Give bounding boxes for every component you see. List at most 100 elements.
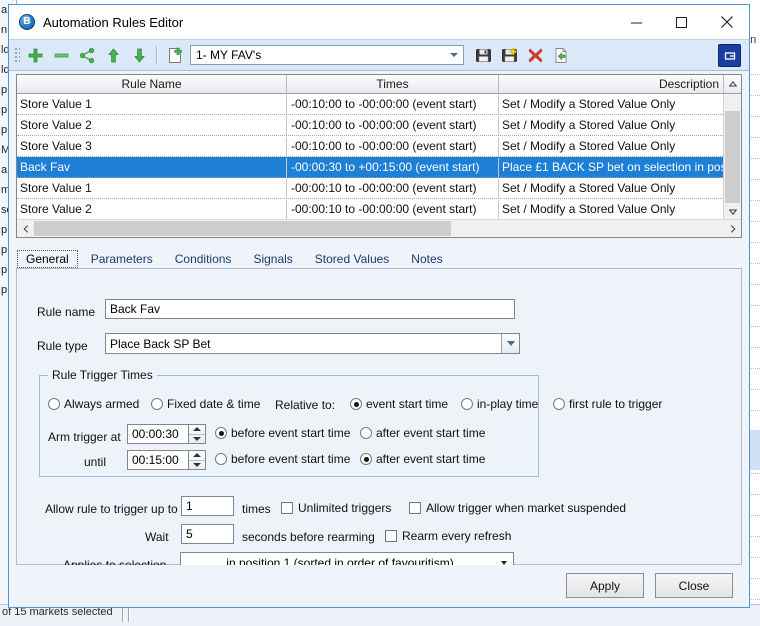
radio-arm-after-event-start[interactable]: after event start time (360, 426, 485, 440)
close-dialog-button[interactable]: Close (655, 573, 733, 598)
radio-label: first rule to trigger (569, 397, 663, 411)
cell-times: -00:00:10 to -00:00:00 (event start) (287, 199, 499, 219)
cell-rule-name: Store Value 3 (17, 136, 287, 156)
rule-type-value: Place Back SP Bet (110, 336, 211, 351)
cell-times: -00:00:10 to -00:00:00 (event start) (287, 178, 499, 198)
scroll-down-arrow[interactable] (724, 203, 741, 220)
tab-strip: General Parameters Conditions Signals St… (17, 248, 749, 268)
move-up-button[interactable] (100, 43, 126, 67)
grid-scroll-up-arrow[interactable] (724, 75, 741, 93)
column-header-description[interactable]: Description (499, 75, 724, 93)
move-down-button[interactable] (126, 43, 152, 67)
table-row[interactable]: Store Value 2 -00:10:00 to -00:00:00 (ev… (17, 115, 741, 136)
scroll-right-arrow[interactable] (724, 220, 741, 237)
radio-always-armed[interactable]: Always armed (48, 397, 139, 411)
tab-signals[interactable]: Signals (244, 250, 301, 268)
pin-button[interactable] (718, 44, 741, 67)
stepper-buttons[interactable] (189, 450, 206, 470)
cell-rule-name: Back Fav (17, 157, 287, 177)
arm-trigger-time-stepper[interactable]: 00:00:30 (127, 424, 206, 444)
cell-description: Place £1 BACK SP bet on selection in pos… (502, 159, 733, 174)
scroll-left-arrow[interactable] (17, 220, 34, 237)
chevron-down-icon[interactable] (501, 334, 519, 353)
minimize-button[interactable] (614, 5, 659, 39)
chevron-down-icon (450, 53, 458, 57)
stepper-up-icon[interactable] (189, 425, 205, 435)
table-row-selected[interactable]: Back Fav -00:00:30 to +00:15:00 (event s… (17, 157, 741, 178)
cell-times: -00:10:00 to -00:00:00 (event start) (287, 94, 499, 114)
rule-trigger-times-group: Rule Trigger Times Always armed Fixed da… (39, 368, 662, 477)
until-time-value[interactable]: 00:15:00 (127, 450, 189, 470)
vertical-scroll-thumb[interactable] (725, 111, 740, 207)
tab-parameters[interactable]: Parameters (82, 250, 162, 268)
column-header-times[interactable]: Times (287, 75, 499, 93)
checkbox-unlimited-triggers[interactable]: Unlimited triggers (281, 501, 391, 515)
stepper-up-icon[interactable] (189, 451, 205, 461)
radio-first-rule-to-trigger[interactable]: first rule to trigger (553, 397, 662, 411)
tab-stored-values[interactable]: Stored Values (306, 250, 399, 268)
radio-dot (360, 453, 372, 465)
tab-notes[interactable]: Notes (402, 250, 451, 268)
radio-dot (48, 398, 60, 410)
radio-event-start-time[interactable]: event start time (350, 397, 448, 411)
apply-button[interactable]: Apply (566, 573, 644, 598)
stepper-buttons[interactable] (189, 424, 206, 444)
rule-type-combobox[interactable]: Place Back SP Bet (105, 333, 520, 354)
save-button[interactable] (470, 43, 496, 67)
stepper-down-icon[interactable] (189, 461, 205, 470)
column-header-rule-name[interactable]: Rule Name (17, 75, 287, 93)
import-button[interactable] (548, 43, 574, 67)
cell-rule-name: Store Value 1 (17, 178, 287, 198)
cell-description: Set / Modify a Stored Value Only (502, 138, 676, 153)
radio-dot (350, 398, 362, 410)
radio-in-play-time[interactable]: in-play time (461, 397, 538, 411)
radio-label: before event start time (231, 426, 351, 440)
stepper-down-icon[interactable] (189, 435, 205, 444)
toolbar-grip[interactable] (13, 46, 20, 64)
until-time-stepper[interactable]: 00:15:00 (127, 450, 206, 470)
radio-label: event start time (366, 397, 449, 411)
profile-value: 1- MY FAV's (196, 48, 262, 62)
radio-until-after-event-start[interactable]: after event start time (360, 452, 485, 466)
seconds-before-rearming-label: seconds before rearming (242, 530, 375, 544)
cell-description: Set / Modify a Stored Value Only (502, 201, 676, 216)
share-rule-button[interactable] (74, 43, 100, 67)
radio-dot (215, 427, 227, 439)
cell-rule-name: Store Value 2 (17, 199, 287, 219)
radio-label: after event start time (376, 426, 486, 440)
tab-general[interactable]: General (17, 250, 78, 268)
checkbox-box (409, 502, 421, 514)
table-row[interactable]: Store Value 1 -00:10:00 to -00:00:00 (ev… (17, 94, 741, 115)
rules-grid: Rule Name Times Description Store Value … (16, 74, 742, 238)
checkbox-label: Allow trigger when market suspended (426, 501, 627, 515)
new-file-button[interactable] (162, 43, 188, 67)
add-rule-button[interactable] (22, 43, 48, 67)
rule-type-label: Rule type (37, 339, 88, 353)
checkbox-allow-when-suspended[interactable]: Allow trigger when market suspended (409, 501, 626, 515)
trigger-count-input[interactable]: 1 (181, 496, 234, 516)
toolbar: 1- MY FAV's (9, 39, 749, 71)
checkbox-rearm-every-refresh[interactable]: Rearm every refresh (385, 529, 511, 543)
radio-label: Fixed date & time (167, 397, 261, 411)
radio-fixed-date-time[interactable]: Fixed date & time (151, 397, 260, 411)
table-row[interactable]: Store Value 2 -00:00:10 to -00:00:00 (ev… (17, 199, 741, 220)
maximize-button[interactable] (659, 5, 704, 39)
radio-until-before-event-start[interactable]: before event start time (215, 452, 350, 466)
tab-conditions[interactable]: Conditions (166, 250, 241, 268)
rule-name-input[interactable]: Back Fav (105, 299, 515, 319)
arm-trigger-time-value[interactable]: 00:00:30 (127, 424, 189, 444)
horizontal-scroll-thumb[interactable] (34, 221, 451, 236)
rule-name-label: Rule name (37, 305, 96, 319)
grid-vertical-scrollbar[interactable] (723, 94, 741, 220)
profile-combobox[interactable]: 1- MY FAV's (190, 45, 464, 65)
radio-arm-before-event-start[interactable]: before event start time (215, 426, 350, 440)
window-title: Automation Rules Editor (43, 14, 184, 30)
save-as-button[interactable] (496, 43, 522, 67)
wait-seconds-input[interactable]: 5 (181, 524, 234, 544)
table-row[interactable]: Store Value 1 -00:00:10 to -00:00:00 (ev… (17, 178, 741, 199)
close-button[interactable] (704, 5, 749, 39)
remove-rule-button[interactable] (48, 43, 74, 67)
table-row[interactable]: Store Value 3 -00:10:00 to -00:00:00 (ev… (17, 136, 741, 157)
grid-horizontal-scrollbar[interactable] (17, 219, 741, 237)
delete-button[interactable] (522, 43, 548, 67)
